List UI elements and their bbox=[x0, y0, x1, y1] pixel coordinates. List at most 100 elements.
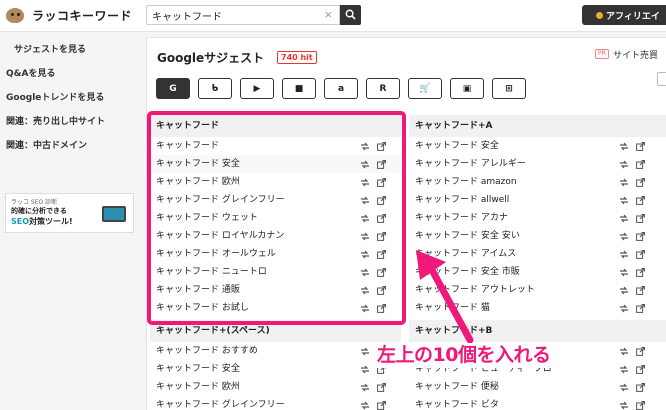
column-header: キャットフード+A bbox=[409, 115, 666, 137]
list-item[interactable]: キャットフード 便秘 bbox=[409, 378, 666, 396]
keyword-text: キャットフード ビタ bbox=[415, 400, 499, 410]
keyword-text: キャットフード グレインフリー bbox=[156, 400, 285, 410]
swap-icon[interactable] bbox=[619, 232, 629, 241]
banner-tagline: SEO対策ツール! bbox=[11, 217, 73, 226]
swap-icon[interactable] bbox=[360, 347, 370, 356]
external-link-icon[interactable] bbox=[636, 364, 645, 374]
keyword-text: キャットフード アカナ bbox=[415, 213, 508, 223]
search-input[interactable] bbox=[147, 6, 317, 24]
external-link-icon[interactable] bbox=[636, 159, 645, 169]
swap-icon[interactable] bbox=[360, 365, 370, 374]
list-item[interactable]: キャットフード アレルギー bbox=[409, 155, 666, 173]
highlight-box bbox=[147, 111, 406, 325]
list-item[interactable]: キャットフード 安全 安い bbox=[409, 227, 666, 245]
list-item[interactable]: キャットフード 欧州 bbox=[150, 378, 401, 396]
keyword-text: キャットフード amazon bbox=[415, 177, 517, 187]
row-actions bbox=[619, 263, 645, 281]
bing-icon: ᑲ bbox=[211, 83, 219, 94]
tab-video[interactable]: ■ bbox=[282, 78, 316, 99]
tab-grid[interactable]: ⊞ bbox=[492, 78, 526, 99]
external-link-icon[interactable] bbox=[377, 400, 386, 410]
tab-bing[interactable]: ᑲ bbox=[198, 78, 232, 99]
swap-icon[interactable] bbox=[360, 401, 370, 410]
arrow-icon bbox=[416, 250, 474, 344]
keyword-text: キャットフード 便秘 bbox=[415, 382, 499, 392]
swap-icon[interactable] bbox=[619, 401, 629, 410]
swap-icon[interactable] bbox=[619, 142, 629, 151]
swap-icon[interactable] bbox=[619, 268, 629, 277]
sidebar-item-qa[interactable]: Q&Aを見る bbox=[6, 66, 55, 79]
affiliate-button[interactable]: アフィリエイ bbox=[582, 5, 666, 25]
external-link-icon[interactable] bbox=[636, 213, 645, 223]
keyword-text: キャットフード 安全 bbox=[156, 364, 240, 374]
external-link-icon[interactable] bbox=[636, 400, 645, 410]
external-link-icon[interactable] bbox=[636, 177, 645, 187]
row-actions bbox=[619, 378, 645, 396]
external-link-icon[interactable] bbox=[636, 303, 645, 313]
swap-icon[interactable] bbox=[619, 250, 629, 259]
external-link-icon[interactable] bbox=[636, 141, 645, 151]
engine-tabs: G ᑲ ▶ ■ a R 🛒 ▣ ⊞ bbox=[156, 78, 526, 99]
list-item[interactable]: キャットフード おすすめ bbox=[150, 342, 401, 360]
swap-icon[interactable] bbox=[619, 383, 629, 392]
tab-shopping-cart[interactable]: 🛒 bbox=[408, 78, 442, 99]
list-item[interactable]: キャットフード 安全 bbox=[150, 360, 401, 378]
tab-image[interactable]: ▣ bbox=[450, 78, 484, 99]
external-link-icon[interactable] bbox=[636, 249, 645, 259]
keyword-text: キャットフード 安全 安い bbox=[415, 231, 520, 241]
swap-icon[interactable] bbox=[619, 347, 629, 356]
page-title: Googleサジェスト bbox=[157, 51, 265, 65]
swap-icon[interactable] bbox=[619, 160, 629, 169]
coin-icon bbox=[596, 11, 603, 19]
list-item[interactable]: キャットフード アカナ bbox=[409, 209, 666, 227]
banner-brand: ラッコ SEO 診断 bbox=[11, 199, 58, 206]
swap-icon[interactable] bbox=[360, 383, 370, 392]
row-actions bbox=[619, 227, 645, 245]
sidebar-item-suggest[interactable]: サジェストを見る bbox=[14, 42, 86, 55]
swap-icon[interactable] bbox=[619, 365, 629, 374]
external-link-icon[interactable] bbox=[377, 382, 386, 392]
sidebar-item-sites-for-sale[interactable]: 関連：売り出し中サイト bbox=[6, 114, 105, 127]
seo-tool-banner[interactable]: ラッコ SEO 診断 的確に分析できる SEO対策ツール! bbox=[5, 193, 134, 233]
row-actions bbox=[619, 396, 645, 410]
video-icon: ■ bbox=[294, 83, 304, 94]
sidebar-item-used-domains[interactable]: 関連：中古ドメイン bbox=[6, 138, 87, 151]
tab-amazon[interactable]: a bbox=[324, 78, 358, 99]
row-actions bbox=[619, 342, 645, 360]
logo-text: ラッコキーワード bbox=[32, 8, 133, 23]
external-link-icon[interactable] bbox=[636, 195, 645, 205]
external-link-icon[interactable] bbox=[636, 267, 645, 277]
external-link-icon[interactable] bbox=[636, 346, 645, 356]
tab-google[interactable]: G bbox=[156, 78, 190, 99]
list-item[interactable]: キャットフード 安全 bbox=[409, 137, 666, 155]
tab-rakuten[interactable]: R bbox=[366, 78, 400, 99]
external-link-icon[interactable] bbox=[636, 285, 645, 295]
swap-icon[interactable] bbox=[619, 196, 629, 205]
keyword-text: キャットフード 安全 bbox=[415, 141, 499, 151]
external-link-icon[interactable] bbox=[636, 231, 645, 241]
affiliate-label: アフィリエイ bbox=[606, 11, 660, 22]
pr-link[interactable]: サイト売買 bbox=[613, 48, 658, 61]
clear-icon[interactable]: × bbox=[324, 8, 333, 21]
list-item[interactable]: キャットフード グレインフリー bbox=[150, 396, 401, 410]
swap-icon[interactable] bbox=[619, 286, 629, 295]
list-item[interactable]: キャットフード allwell bbox=[409, 191, 666, 209]
list-item[interactable]: キャットフード amazon bbox=[409, 173, 666, 191]
rakuten-icon: R bbox=[379, 83, 387, 94]
row-actions bbox=[619, 245, 645, 263]
swap-icon[interactable] bbox=[619, 304, 629, 313]
shopping-cart-icon: 🛒 bbox=[419, 83, 431, 94]
swap-icon[interactable] bbox=[619, 178, 629, 187]
suggest-column: キャットフード+(スペース) キャットフード おすすめ キャットフード 安全 キャット… bbox=[150, 320, 401, 410]
swap-icon[interactable] bbox=[619, 214, 629, 223]
tab-youtube[interactable]: ▶ bbox=[240, 78, 274, 99]
sidebar-item-google-trends[interactable]: Googleトレンドを見る bbox=[6, 90, 104, 103]
list-item[interactable]: キャットフード ビタ bbox=[409, 396, 666, 410]
row-actions bbox=[619, 299, 645, 317]
image-icon: ▣ bbox=[462, 83, 472, 94]
option-checkbox[interactable] bbox=[657, 72, 666, 86]
external-link-icon[interactable] bbox=[636, 382, 645, 392]
site-logo[interactable]: ラッコキーワード bbox=[4, 5, 132, 25]
search-button[interactable] bbox=[340, 5, 361, 25]
row-actions bbox=[360, 378, 386, 396]
